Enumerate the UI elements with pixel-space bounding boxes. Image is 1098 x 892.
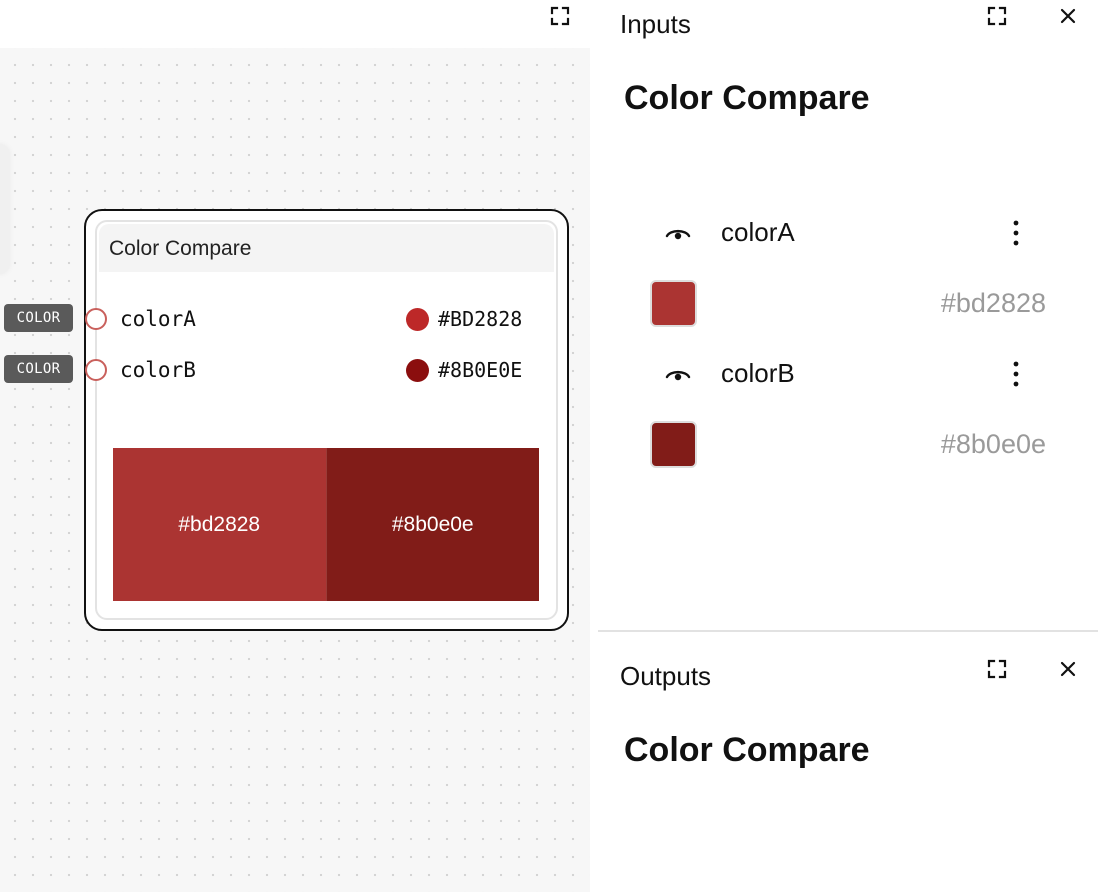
node-title: Color Compare <box>99 224 554 272</box>
kebab-menu-icon[interactable] <box>1004 217 1028 249</box>
inputs-panel-title: Inputs <box>620 9 691 39</box>
kebab-menu-icon[interactable] <box>1004 358 1028 390</box>
outputs-panel-title: Outputs <box>620 661 712 691</box>
panel-divider[interactable] <box>598 630 1098 632</box>
canvas-side-node-stub <box>0 144 10 274</box>
port-value: #8B0E0E <box>438 358 523 382</box>
port-label: colorB <box>120 358 196 382</box>
inputs-expand-icon[interactable] <box>986 5 1008 27</box>
compare-swatch-a: #bd2828 <box>113 448 326 601</box>
eye-icon[interactable] <box>664 361 692 389</box>
compare-label-b: #8b0e0e <box>391 512 474 536</box>
input-port-handle[interactable] <box>85 308 107 330</box>
canvas-toolbar <box>0 0 590 48</box>
color-hex-value[interactable]: #bd2828 <box>941 288 1046 319</box>
compare-label-a: #bd2828 <box>178 512 261 536</box>
input-name: colorA <box>721 217 795 247</box>
color-hex-value[interactable]: #8b0e0e <box>941 429 1046 460</box>
eye-icon[interactable] <box>664 220 692 248</box>
color-picker-swatch[interactable] <box>650 280 697 327</box>
color-picker-swatch[interactable] <box>650 421 697 468</box>
port-label: colorA <box>120 307 196 331</box>
outputs-panel-heading: Color Compare <box>624 731 870 769</box>
port-type-tag: COLOR <box>4 304 73 332</box>
input-port-handle[interactable] <box>85 359 107 381</box>
port-value: #BD2828 <box>438 307 523 331</box>
port-type-tag: COLOR <box>4 355 73 383</box>
outputs-expand-icon[interactable] <box>986 658 1008 680</box>
inputs-panel-heading: Color Compare <box>624 79 870 117</box>
port-color-swatch <box>406 359 429 382</box>
input-item-colorA: colorA <box>620 213 1080 253</box>
input-name: colorB <box>721 358 795 388</box>
port-color-swatch <box>406 308 429 331</box>
outputs-close-icon[interactable] <box>1057 658 1079 680</box>
compare-swatch-b: #8b0e0e <box>325 448 539 601</box>
input-color-field-colorA[interactable]: #bd2828 <box>620 280 1050 330</box>
canvas-expand-icon[interactable] <box>549 5 571 27</box>
input-color-field-colorB[interactable]: #8b0e0e <box>620 421 1050 471</box>
color-compare-preview: #bd2828 #8b0e0e <box>113 448 539 601</box>
input-item-colorB: colorB <box>620 354 1080 394</box>
inputs-close-icon[interactable] <box>1057 5 1079 27</box>
